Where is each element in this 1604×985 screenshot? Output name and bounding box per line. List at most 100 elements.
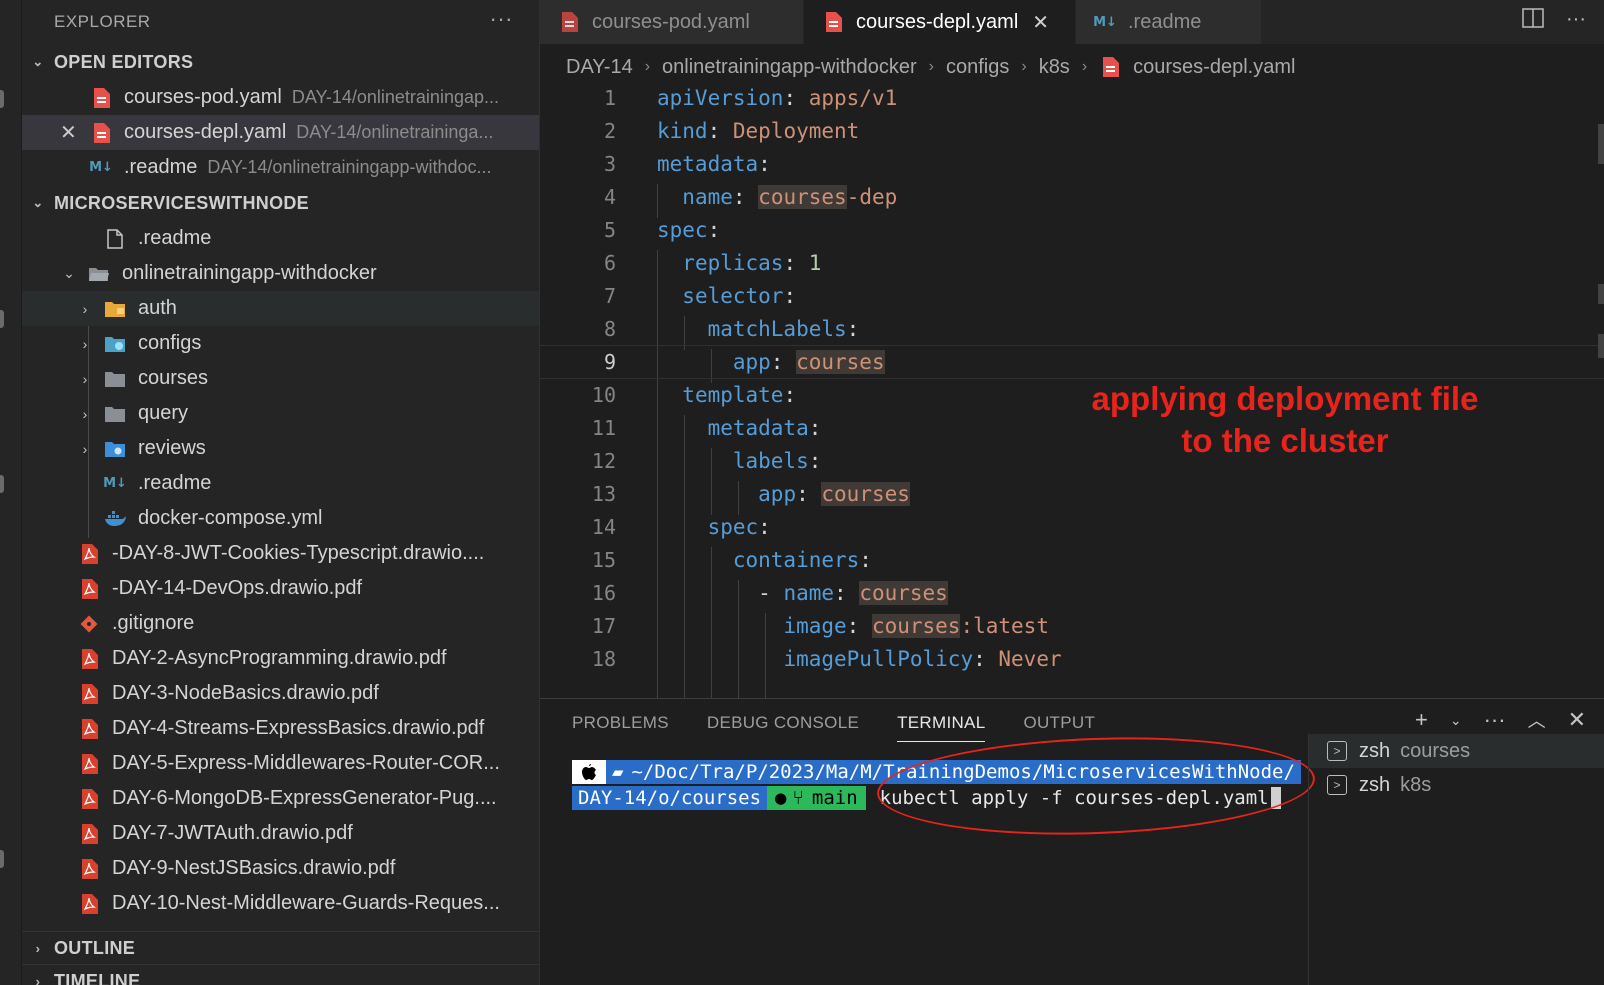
file-path: DAY-14/onlinetrainingap... — [291, 87, 499, 107]
tab-problems[interactable]: PROBLEMS — [572, 713, 669, 742]
explorer-title-label: EXPLORER — [54, 12, 151, 31]
terminal-shell: zsh — [1359, 773, 1391, 796]
open-editors-section[interactable]: ⌄ OPEN EDITORS — [22, 44, 539, 80]
yaml-value: :latest — [960, 614, 1049, 638]
more-actions-icon[interactable]: ··· — [1566, 8, 1586, 34]
tree-item-file[interactable]: DAY-10-Nest-Middleware-Guards-Reques... — [22, 886, 539, 921]
line-number: 5 — [603, 218, 616, 242]
tree-item-label: DAY-5-Express-Middlewares-Router-COR... — [112, 752, 500, 774]
tree-item-file[interactable]: DAY-9-NestJSBasics.drawio.pdf — [22, 851, 539, 886]
open-editor-item[interactable]: courses-pod.yaml DAY-14/onlinetrainingap… — [22, 80, 539, 115]
yaml-key: replicas — [682, 251, 784, 275]
outline-section[interactable]: › OUTLINE — [22, 931, 539, 964]
line-number: 3 — [603, 152, 616, 176]
tab-label: courses-depl.yaml — [856, 10, 1019, 33]
tab-readme[interactable]: M↓ .readme — [1076, 0, 1262, 44]
split-editor-icon[interactable] — [1522, 8, 1544, 34]
tree-item-file[interactable]: docker-compose.yml — [22, 501, 539, 536]
tree-item-file[interactable]: DAY-2-AsyncProgramming.drawio.pdf — [22, 641, 539, 676]
pdf-icon — [78, 788, 100, 810]
yaml-key: spec — [657, 218, 708, 242]
line-number: 11 — [591, 416, 616, 440]
activity-indicator — [0, 475, 4, 493]
pdf-icon — [78, 893, 100, 915]
chevron-down-icon: ⌄ — [32, 195, 44, 210]
new-terminal-icon[interactable]: + — [1415, 707, 1428, 733]
folder-open-icon — [88, 263, 110, 285]
yaml-key: metadata — [707, 416, 809, 440]
maximize-panel-icon[interactable]: ︿ — [1528, 707, 1546, 733]
code-line: 18 imagePullPolicy: Never — [540, 642, 1604, 676]
tab-terminal[interactable]: TERMINAL — [897, 713, 986, 742]
overview-ruler-mark — [1598, 124, 1604, 164]
yaml-value: apps/v1 — [808, 86, 898, 110]
yaml-key: matchLabels — [707, 317, 847, 341]
line-number: 12 — [591, 449, 616, 473]
file-icon — [104, 228, 126, 250]
branch-icon: ⑂ — [792, 787, 804, 809]
file-path: DAY-14/onlinetraininga... — [296, 122, 494, 142]
code-line: 2 kind: Deployment — [540, 114, 1604, 148]
tree-item-file[interactable]: DAY-6-MongoDB-ExpressGenerator-Pug.... — [22, 781, 539, 816]
workspace-section[interactable]: ⌄ MICROSERVICESWITHNODE — [22, 185, 539, 221]
breadcrumb-item[interactable]: configs — [946, 56, 1009, 79]
timeline-section[interactable]: › TIMELINE — [22, 964, 539, 985]
breadcrumb-item[interactable]: DAY-14 — [566, 56, 633, 79]
tree-item-file[interactable]: .gitignore — [22, 606, 539, 641]
breadcrumb-item[interactable]: onlinetrainingapp-withdocker — [662, 56, 917, 79]
chevron-right-icon: › — [35, 973, 41, 985]
tree-item-folder[interactable]: ⌄ onlinetrainingapp-withdocker — [22, 256, 539, 291]
tab-courses-depl[interactable]: courses-depl.yaml ✕ — [804, 0, 1076, 44]
tab-courses-pod[interactable]: courses-pod.yaml — [540, 0, 804, 44]
code-line: 6 replicas: 1 — [540, 246, 1604, 280]
tree-item-file[interactable]: M↓ .readme — [22, 466, 539, 501]
file-name: courses-pod.yaml — [124, 86, 282, 108]
open-editor-item[interactable]: M↓ .readme DAY-14/onlinetrainingapp-with… — [22, 150, 539, 185]
tree-item-folder[interactable]: › courses — [22, 361, 539, 396]
panel-tabs: PROBLEMS DEBUG CONSOLE TERMINAL OUTPUT — [572, 713, 1095, 742]
terminal-instance-courses[interactable]: > zsh courses — [1309, 734, 1604, 768]
chevron-right-icon: › — [1081, 58, 1088, 75]
tree-item-label: DAY-6-MongoDB-ExpressGenerator-Pug.... — [112, 787, 497, 809]
yaml-value-highlight: courses — [859, 581, 948, 605]
tree-item-folder[interactable]: › auth — [22, 291, 539, 326]
tree-item-folder[interactable]: › configs — [22, 326, 539, 361]
breadcrumb: DAY-14 › onlinetrainingapp-withdocker › … — [566, 50, 1295, 84]
explorer-title: EXPLORER ··· — [22, 0, 539, 44]
yaml-key: imagePullPolicy — [783, 647, 974, 671]
breadcrumb-item[interactable]: courses-depl.yaml — [1133, 56, 1295, 79]
pdf-icon — [78, 753, 100, 775]
tree-item-file[interactable]: DAY-3-NodeBasics.drawio.pdf — [22, 676, 539, 711]
terminal-instance-k8s[interactable]: > zsh k8s — [1309, 768, 1604, 802]
yaml-value-highlight: courses — [758, 185, 847, 209]
tree-item-file[interactable]: -DAY-14-DevOps.drawio.pdf — [22, 571, 539, 606]
chevron-down-icon[interactable]: ⌄ — [1450, 712, 1462, 729]
editor-tabs: courses-pod.yaml courses-depl.yaml ✕ M↓ … — [540, 0, 1604, 44]
yaml-file-icon — [1099, 56, 1121, 78]
more-actions-icon[interactable]: ··· — [1484, 707, 1506, 733]
more-actions-icon[interactable]: ··· — [490, 6, 513, 32]
yaml-value: Deployment — [732, 119, 860, 143]
chevron-right-icon: › — [82, 370, 88, 387]
markdown-icon: M↓ — [89, 160, 113, 175]
tree-item-folder[interactable]: › query — [22, 396, 539, 431]
close-icon[interactable]: ✕ — [1032, 10, 1049, 35]
close-icon[interactable]: ✕ — [60, 120, 77, 145]
code-line: 5 spec: — [540, 213, 1604, 247]
section-label: OPEN EDITORS — [54, 51, 194, 72]
open-editor-item-active[interactable]: ✕ courses-depl.yaml DAY-14/onlinetrainin… — [22, 115, 539, 150]
yaml-key: spec — [707, 515, 759, 539]
tree-item-file[interactable]: DAY-4-Streams-ExpressBasics.drawio.pdf — [22, 711, 539, 746]
line-number: 1 — [603, 86, 616, 110]
tree-item-file[interactable]: DAY-5-Express-Middlewares-Router-COR... — [22, 746, 539, 781]
chevron-right-icon: › — [644, 58, 651, 75]
close-panel-icon[interactable]: ✕ — [1568, 707, 1586, 733]
tree-item-file[interactable]: -DAY-8-JWT-Cookies-Typescript.drawio.... — [22, 536, 539, 571]
breadcrumb-item[interactable]: k8s — [1039, 56, 1070, 79]
tab-debug-console[interactable]: DEBUG CONSOLE — [707, 713, 859, 742]
line-number: 10 — [591, 383, 616, 407]
tree-item-label: configs — [138, 332, 202, 354]
tree-item-file[interactable]: DAY-7-JWTAuth.drawio.pdf — [22, 816, 539, 851]
tree-item-folder[interactable]: › reviews — [22, 431, 539, 466]
tree-item-file[interactable]: .readme — [22, 221, 539, 256]
